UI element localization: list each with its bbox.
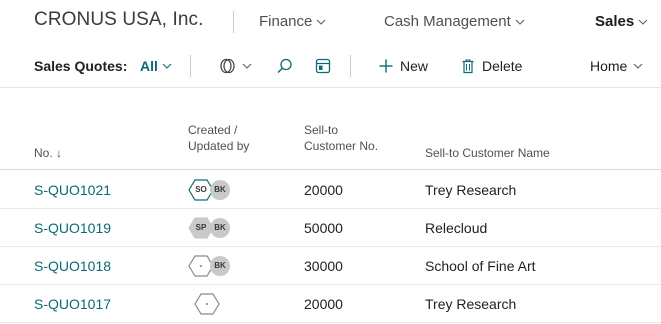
column-header-sellto-line2: Customer No. — [304, 139, 379, 153]
table-row[interactable]: S-QUO1021 SO BK 20000 Trey Research — [0, 171, 661, 209]
view-filter-label: All — [140, 58, 158, 74]
action-bar: Sales Quotes: All New Delete Home — [0, 44, 661, 88]
table-header: No. ↓ Created / Updated by Sell-to Custo… — [0, 105, 661, 170]
nav-menu-sales[interactable]: Sales — [595, 13, 648, 30]
column-header-sellto-customer-no[interactable]: Sell-to Customer No. — [304, 122, 378, 154]
delete-button-label: Delete — [482, 58, 523, 74]
column-header-created-updated[interactable]: Created / Updated by — [188, 122, 249, 154]
chevron-down-icon — [242, 61, 252, 71]
customer-no: 20000 — [304, 296, 343, 312]
analysis-icon — [218, 57, 236, 75]
updated-by-avatar[interactable]: BK — [210, 218, 230, 238]
page-caption: Sales Quotes: — [34, 58, 128, 74]
customer-name: Trey Research — [425, 296, 517, 312]
nav-menu-finance[interactable]: Finance — [259, 13, 326, 30]
chevron-down-icon — [316, 17, 326, 27]
created-updated-badges: SO BK — [188, 179, 248, 201]
table-row[interactable]: S-QUO1017 - 20000 Trey Research — [0, 285, 661, 323]
customer-no: 20000 — [304, 182, 343, 198]
quote-number-link[interactable]: S-QUO1021 — [34, 182, 111, 198]
nav-menu-sales-label: Sales — [595, 13, 635, 30]
updated-by-initials: BK — [214, 223, 226, 232]
action-divider — [350, 55, 351, 77]
created-by-initials: - — [205, 299, 209, 308]
updated-by-initials: BK — [214, 185, 226, 194]
updated-by-avatar[interactable]: BK — [210, 180, 230, 200]
chevron-down-icon — [633, 61, 643, 71]
table-row[interactable]: S-QUO1019 SP BK 50000 Relecloud — [0, 209, 661, 247]
search-icon — [276, 57, 294, 75]
nav-menu-cash-management[interactable]: Cash Management — [384, 13, 525, 30]
table-row[interactable]: S-QUO1018 - BK 30000 School of Fine Art — [0, 247, 661, 285]
chevron-down-icon — [162, 61, 172, 71]
chevron-down-icon — [515, 17, 525, 27]
created-updated-badges: - BK — [188, 255, 248, 277]
created-updated-badges: - — [188, 293, 248, 315]
quote-number-link[interactable]: S-QUO1018 — [34, 258, 111, 274]
customer-name: School of Fine Art — [425, 258, 536, 274]
chevron-down-icon — [638, 17, 648, 27]
quote-number-link[interactable]: S-QUO1017 — [34, 296, 111, 312]
created-by-avatar[interactable]: - — [194, 293, 220, 315]
company-name[interactable]: CRONUS USA, Inc. — [34, 9, 203, 31]
home-menu-label: Home — [590, 58, 628, 74]
action-divider — [190, 55, 191, 77]
nav-menu-cash-management-label: Cash Management — [384, 13, 511, 30]
filter-pane-button[interactable] — [314, 55, 332, 77]
new-button[interactable]: New — [378, 55, 428, 77]
updated-by-avatar[interactable]: BK — [210, 256, 230, 276]
top-navigation-bar: CRONUS USA, Inc. Finance Cash Management… — [0, 0, 661, 44]
column-header-sellto-line1: Sell-to — [304, 123, 339, 137]
home-menu-button[interactable]: Home — [590, 55, 643, 77]
plus-icon — [378, 58, 394, 74]
customer-no: 30000 — [304, 258, 343, 274]
trash-icon — [460, 58, 476, 74]
new-button-label: New — [400, 58, 429, 74]
quote-number-link[interactable]: S-QUO1019 — [34, 220, 111, 236]
column-header-created-line2: Updated by — [188, 139, 250, 153]
analysis-mode-button[interactable] — [218, 55, 252, 77]
view-filter-dropdown[interactable]: All — [140, 58, 172, 74]
customer-no: 50000 — [304, 220, 343, 236]
column-header-customer-name[interactable]: Sell-to Customer Name — [425, 145, 550, 161]
updated-by-initials: BK — [214, 261, 226, 270]
nav-divider — [233, 11, 234, 33]
created-updated-badges: SP BK — [188, 217, 248, 239]
search-button[interactable] — [276, 55, 294, 77]
nav-menu-finance-label: Finance — [259, 13, 313, 30]
customer-name: Relecloud — [425, 220, 488, 236]
delete-button[interactable]: Delete — [460, 55, 522, 77]
filter-pane-icon — [314, 57, 332, 75]
column-header-no[interactable]: No. ↓ — [34, 145, 62, 161]
customer-name: Trey Research — [425, 182, 517, 198]
column-header-created-line1: Created / — [188, 123, 238, 137]
